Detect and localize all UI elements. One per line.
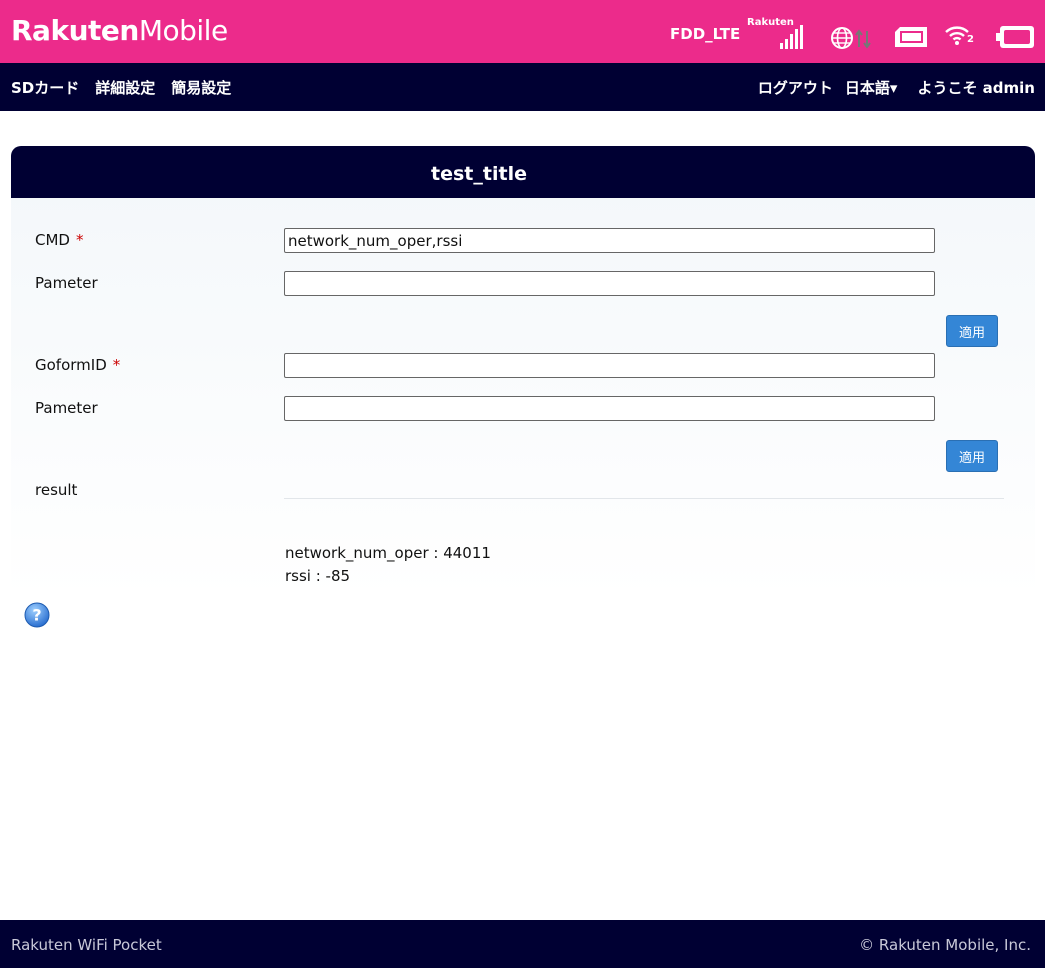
footer-product-name: Rakuten WiFi Pocket [11,936,162,954]
result-line-network: network_num_oper : 44011 [285,544,491,562]
logout-link[interactable]: ログアウト [758,77,833,98]
nav-bar: SDカード 詳細設定 簡易設定 ログアウト 日本語▾ ようこそ admin [0,63,1045,111]
apply-goform-button[interactable]: 適用 [946,440,998,472]
top-header: RakutenMobile FDD_LTE Rakuten 2 [0,0,1045,63]
nav-advanced-settings[interactable]: 詳細設定 [95,77,155,98]
nav-quick-settings[interactable]: 簡易設定 [171,77,231,98]
language-dropdown[interactable]: 日本語▾ [845,77,898,98]
brand-logo-bold: Rakuten [11,14,139,47]
brand-logo: RakutenMobile [11,14,228,48]
signal-indicator: Rakuten [746,17,806,49]
nav-right-menu: ログアウト 日本語▾ ようこそ admin [746,77,1035,98]
goform-id-input[interactable] [284,353,935,378]
required-marker: * [112,356,121,374]
svg-text:?: ? [32,606,41,625]
welcome-user: ようこそ admin [917,79,1035,97]
result-label: result [35,481,78,499]
result-line-rssi: rssi : -85 [285,567,351,585]
signal-bars-icon [780,25,803,49]
footer: Rakuten WiFi Pocket © Rakuten Mobile, In… [0,920,1045,968]
required-marker: * [75,231,84,249]
cmd-input[interactable] [284,228,935,253]
footer-copyright: © Rakuten Mobile, Inc. [859,936,1031,954]
data-transfer-icon [855,29,871,49]
test-panel: test_title CMD * Pameter 適用 GoformID * Pam… [11,146,1035,598]
sim-card-icon [895,27,927,47]
battery-icon [996,26,1034,48]
wifi-status: 2 [944,24,976,50]
nav-sd-card[interactable]: SDカード [11,77,79,98]
result-divider [284,498,1004,499]
goform-label: GoformID * [35,356,120,374]
panel-header: test_title [11,146,1035,198]
help-icon[interactable]: ? [24,602,50,628]
brand-logo-light: Mobile [138,14,228,47]
cmd-label-text: CMD [35,231,70,249]
param1-label: Pameter [35,274,98,292]
nav-left-menu: SDカード 詳細設定 簡易設定 [11,77,231,98]
apply-cmd-button[interactable]: 適用 [946,315,998,347]
globe-icon [831,27,853,49]
param1-input[interactable] [284,271,935,296]
wifi-client-count: 2 [967,34,974,45]
network-type-label: FDD_LTE [670,25,741,43]
param2-label: Pameter [35,399,98,417]
goform-label-text: GoformID [35,356,107,374]
panel-title: test_title [431,163,527,185]
cmd-label: CMD * [35,231,83,249]
param2-input[interactable] [284,396,935,421]
